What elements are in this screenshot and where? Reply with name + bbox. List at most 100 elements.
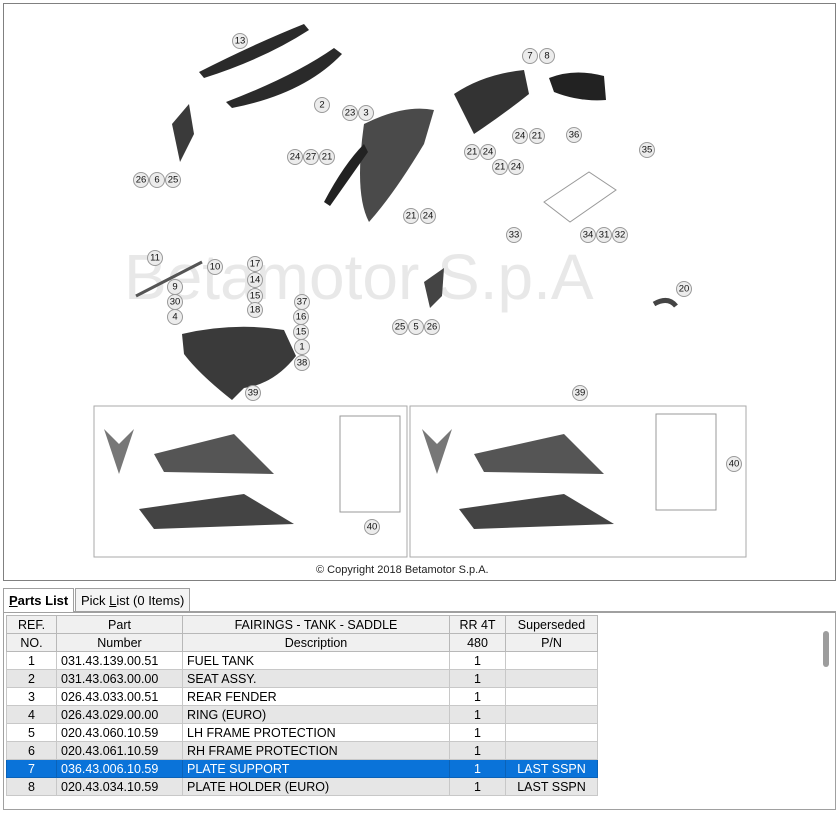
col-header[interactable]: RR 4T <box>449 615 506 634</box>
ref-cell: 7 <box>6 759 57 778</box>
callout-label: 24 <box>483 147 494 158</box>
part-number-cell: 020.43.034.10.59 <box>56 777 183 796</box>
quantity-cell: 1 <box>449 669 506 688</box>
callout-label: 7 <box>527 51 532 62</box>
callout-bubble[interactable]: 40 <box>726 456 742 472</box>
callout-bubble[interactable]: 21 <box>319 149 335 165</box>
col-header[interactable]: Number <box>56 633 183 652</box>
callout-bubble[interactable]: 4 <box>167 309 183 325</box>
callout-bubble[interactable]: 18 <box>247 302 263 318</box>
callout-bubble[interactable]: 21 <box>464 144 480 160</box>
callout-bubble[interactable]: 3 <box>358 105 374 121</box>
callout-bubble[interactable]: 31 <box>596 227 612 243</box>
callout-bubble[interactable]: 1 <box>294 339 310 355</box>
callout-bubble[interactable]: 7 <box>522 48 538 64</box>
callout-bubble[interactable]: 2 <box>314 97 330 113</box>
ref-cell: 4 <box>6 705 57 724</box>
callout-bubble[interactable]: 32 <box>612 227 628 243</box>
callout-bubble[interactable]: 21 <box>492 159 508 175</box>
callout-bubble[interactable]: 15 <box>247 288 263 304</box>
callout-bubble[interactable]: 36 <box>566 127 582 143</box>
parts-table-container[interactable]: REF. Part FAIRINGS - TANK - SADDLE RR 4T… <box>3 612 836 810</box>
callout-bubble[interactable]: 21 <box>529 128 545 144</box>
callout-label: 25 <box>168 175 179 186</box>
callout-label: 24 <box>511 162 522 173</box>
col-header[interactable]: Part <box>56 615 183 634</box>
col-header[interactable]: P/N <box>505 633 598 652</box>
callout-bubble[interactable]: 13 <box>232 33 248 49</box>
callout-bubble[interactable]: 17 <box>247 256 263 272</box>
decal-kit-panel-left <box>93 405 408 558</box>
callout-bubble[interactable]: 16 <box>293 309 309 325</box>
callout-bubble[interactable]: 33 <box>506 227 522 243</box>
tab-pick-list[interactable]: Pick List (0 Items) <box>75 588 191 611</box>
callout-label: 32 <box>615 230 626 241</box>
callout-bubble[interactable]: 30 <box>167 294 183 310</box>
exploded-parts-diagram[interactable]: Betamotor S.p.A 13 2 7 8 23 3 24 27 21 2… <box>3 3 836 581</box>
callout-bubble[interactable]: 40 <box>364 519 380 535</box>
callout-label: 11 <box>150 253 160 264</box>
table-row[interactable]: 4 026.43.029.00.00 RING (EURO) 1 <box>6 705 598 724</box>
callout-bubble[interactable]: 23 <box>342 105 358 121</box>
part-number-cell: 031.43.139.00.51 <box>56 651 183 670</box>
callout-bubble[interactable]: 24 <box>420 208 436 224</box>
table-row[interactable]: 3 026.43.033.00.51 REAR FENDER 1 <box>6 687 598 706</box>
callout-bubble[interactable]: 15 <box>293 324 309 340</box>
callout-bubble[interactable]: 27 <box>303 149 319 165</box>
callout-bubble[interactable]: 5 <box>408 319 424 335</box>
plate-holder-part <box>549 72 606 101</box>
callout-bubble[interactable]: 24 <box>508 159 524 175</box>
col-header[interactable]: REF. <box>6 615 57 634</box>
callout-label: 40 <box>729 459 740 470</box>
callout-label: 1 <box>299 342 304 353</box>
callout-label: 10 <box>210 262 221 273</box>
callout-bubble[interactable]: 39 <box>245 385 261 401</box>
col-header[interactable]: 480 <box>449 633 506 652</box>
callout-bubble[interactable]: 39 <box>572 385 588 401</box>
callout-bubble[interactable]: 26 <box>424 319 440 335</box>
callout-bubble[interactable]: 25 <box>392 319 408 335</box>
col-header[interactable]: FAIRINGS - TANK - SADDLE <box>182 615 450 634</box>
callout-label: 37 <box>297 297 308 308</box>
table-row[interactable]: 6 020.43.061.10.59 RH FRAME PROTECTION 1 <box>6 741 598 760</box>
callout-label: 33 <box>509 230 520 241</box>
callout-bubble[interactable]: 24 <box>287 149 303 165</box>
callout-label: 18 <box>250 305 261 316</box>
table-row[interactable]: 8 020.43.034.10.59 PLATE HOLDER (EURO) 1 LAS… <box>6 777 598 796</box>
tab-parts-list[interactable]: Parts List <box>3 588 75 612</box>
callout-bubble[interactable]: 37 <box>294 294 310 310</box>
callout-bubble[interactable]: 8 <box>539 48 555 64</box>
callout-bubble[interactable]: 25 <box>165 172 181 188</box>
callout-label: 9 <box>172 282 177 293</box>
callout-bubble[interactable]: 26 <box>133 172 149 188</box>
callout-label: 15 <box>296 327 307 338</box>
table-row[interactable]: 5 020.43.060.10.59 LH FRAME PROTECTION 1 <box>6 723 598 742</box>
callout-label: 6 <box>154 175 159 186</box>
callout-bubble[interactable]: 14 <box>247 272 263 288</box>
callout-bubble[interactable]: 35 <box>639 142 655 158</box>
description-cell: REAR FENDER <box>182 687 450 706</box>
scrollbar-thumb[interactable] <box>823 631 829 667</box>
col-header[interactable]: Superseded <box>505 615 598 634</box>
table-row[interactable]: 2 031.43.063.00.00 SEAT ASSY. 1 <box>6 669 598 688</box>
ref-cell: 8 <box>6 777 57 796</box>
header-row: REF. Part FAIRINGS - TANK - SADDLE RR 4T… <box>6 615 598 634</box>
callout-bubble[interactable]: 34 <box>580 227 596 243</box>
description-cell: FUEL TANK <box>182 651 450 670</box>
callout-bubble[interactable]: 21 <box>403 208 419 224</box>
description-cell: PLATE HOLDER (EURO) <box>182 777 450 796</box>
callout-bubble[interactable]: 20 <box>676 281 692 297</box>
callout-bubble[interactable]: 24 <box>512 128 528 144</box>
table-row[interactable]: 7 036.43.006.10.59 PLATE SUPPORT 1 LAST SSPN <box>6 759 598 778</box>
col-header[interactable]: NO. <box>6 633 57 652</box>
table-row[interactable]: 1 031.43.139.00.51 FUEL TANK 1 <box>6 651 598 670</box>
callout-label: 5 <box>413 322 418 333</box>
callout-bubble[interactable]: 9 <box>167 279 183 295</box>
col-header[interactable]: Description <box>182 633 450 652</box>
superseded-cell <box>505 669 598 688</box>
callout-bubble[interactable]: 38 <box>294 355 310 371</box>
callout-bubble[interactable]: 10 <box>207 259 223 275</box>
callout-bubble[interactable]: 11 <box>147 250 163 266</box>
callout-bubble[interactable]: 24 <box>480 144 496 160</box>
callout-bubble[interactable]: 6 <box>149 172 165 188</box>
